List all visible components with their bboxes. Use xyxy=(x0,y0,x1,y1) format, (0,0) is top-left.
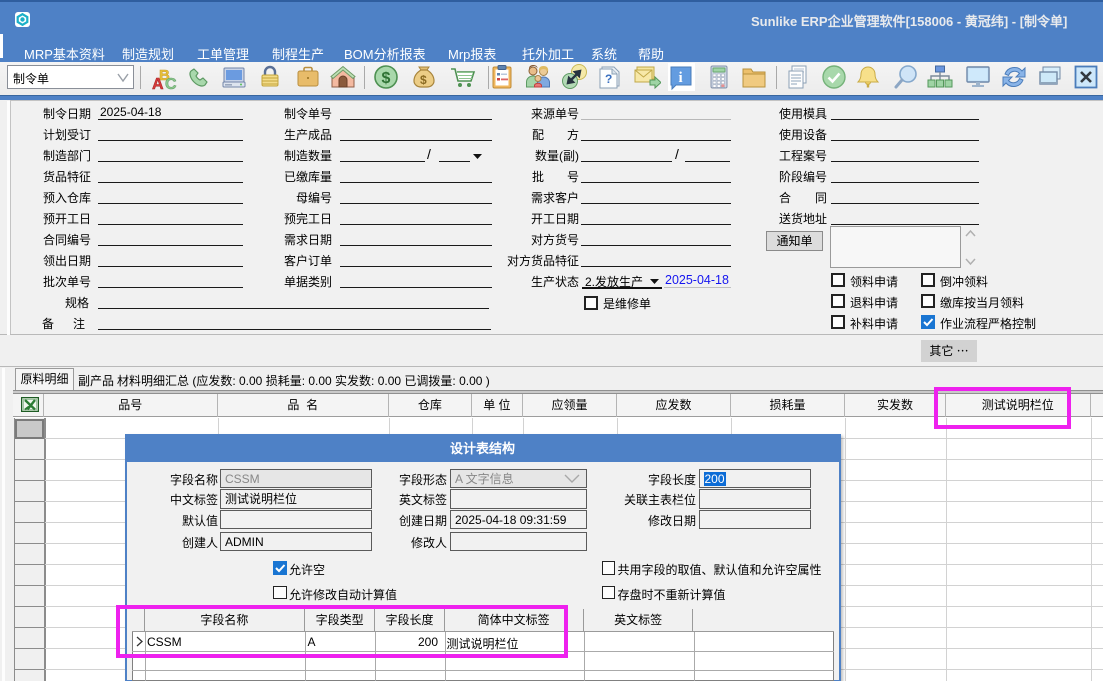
svg-text:$: $ xyxy=(382,70,391,87)
svg-text:C: C xyxy=(165,76,177,91)
svg-text:i: i xyxy=(679,70,683,86)
svg-text:?: ? xyxy=(605,72,612,86)
svg-text:$: $ xyxy=(420,73,427,87)
svg-text:A: A xyxy=(152,76,164,91)
